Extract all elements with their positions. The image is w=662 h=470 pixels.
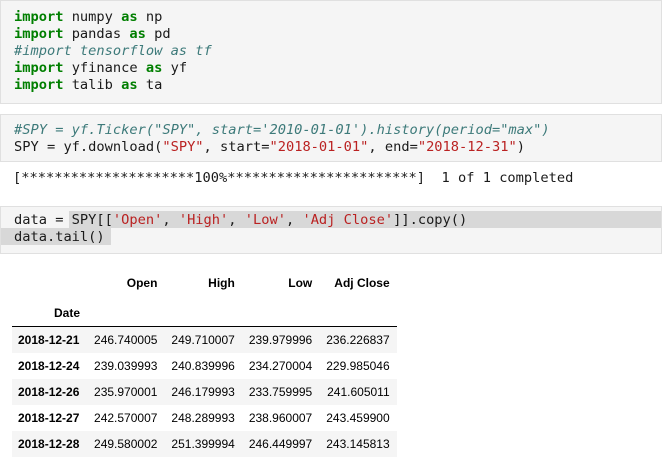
code-line: import pandas as pd [14,26,212,43]
row-date: 2018-12-28 [18,437,80,451]
cell-high: 251.399994 [171,437,235,451]
cell-adj-close: 243.459900 [326,411,390,425]
cell-open: 249.580002 [94,437,158,451]
cell-adj-close: 236.226837 [326,333,390,347]
code-text: , [162,212,179,228]
cell-open: 242.570007 [94,411,158,425]
cell-low: 246.449997 [248,437,313,451]
cell-high: 248.289993 [171,411,235,425]
table-row: 2018-12-28 249.580002 251.399994 246.449… [12,431,397,457]
table-row: 2018-12-24 239.039993 240.839996 234.270… [12,353,397,379]
cell-open: 246.740005 [94,333,158,347]
keyword: import [14,77,64,93]
cell-low: 233.759995 [248,385,313,399]
code-text: yf [162,60,188,76]
code-string: 'Adj Close' [302,212,394,228]
dataframe-output-table: Open High Low Adj Close Date 2018-12-21 … [12,266,397,457]
code-comment: #import tensorflow as tf [14,43,212,59]
row-date: 2018-12-26 [18,385,80,399]
keyword: as [121,77,138,93]
notebook-page: import numpy as np import pandas as pd #im… [0,0,662,470]
code-string: "SPY" [162,139,204,155]
code-text: pd [145,26,171,42]
code-cell-imports[interactable]: import numpy as np import pandas as pd #im… [0,0,662,104]
code-line: import numpy as np [14,9,212,26]
empty-header-cell [242,299,319,327]
code-text: numpy [63,9,122,25]
code-string: 'High' [178,212,229,228]
keyword: import [14,9,64,25]
table-index-name-row: Date [12,299,397,327]
keyword: import [14,26,64,42]
empty-header-cell [319,299,396,327]
code-text: SPY = yf.download( [14,139,163,155]
code-line: data.tail() [14,229,467,246]
keyword: import [14,60,64,76]
empty-header-cell [164,299,241,327]
keyword: as [129,26,146,42]
index-name-date: Date [54,305,81,320]
code-line: SPY = yf.download("SPY", start="2018-01-… [14,139,550,156]
code-text: pandas [63,26,130,42]
row-date: 2018-12-27 [18,411,80,425]
code-cell-download[interactable]: #SPY = yf.Ticker("SPY", start='2010-01-0… [0,114,662,162]
code-text: ]].copy() [393,212,468,228]
download-progress-output: [*********************100%**************… [13,170,574,186]
cell-low: 234.270004 [248,359,313,373]
code-text: data.tail() [14,229,105,245]
row-date: 2018-12-24 [18,359,80,373]
cell-adj-close: 229.985046 [326,359,390,373]
code-text: , start= [203,139,270,155]
cell-open: 235.970001 [94,385,158,399]
code-cell-data[interactable]: data = SPY[['Open', 'High', 'Low', 'Adj … [0,206,662,254]
cell-high: 240.839996 [171,359,235,373]
code-string: "2018-12-31" [417,139,517,155]
row-date: 2018-12-21 [18,333,80,347]
code-line: #SPY = yf.Ticker("SPY", start='2010-01-0… [14,122,550,139]
cell-low: 238.960007 [248,411,313,425]
column-header-high: High [208,275,235,290]
code-text: np [137,9,163,25]
keyword: as [145,60,163,76]
table-row: 2018-12-21 246.740005 249.710007 239.979… [12,326,397,353]
code-text: ta [137,77,163,93]
column-header-open: Open [126,275,158,290]
code-text: data = SPY[[ [14,212,113,228]
index-header-blank [12,266,87,299]
code-text: yfinance [63,60,146,76]
cell-low: 239.979996 [248,333,313,347]
code-string: 'Low' [244,212,286,228]
code-editor[interactable]: import numpy as np import pandas as pd #im… [14,9,212,94]
column-header-low: Low [288,275,313,290]
code-line: #import tensorflow as tf [14,43,212,60]
cell-open: 239.039993 [94,359,158,373]
table-row: 2018-12-26 235.970001 246.179993 233.759… [12,379,397,405]
code-comment: #SPY = yf.Ticker("SPY", start='2010-01-0… [14,122,550,138]
code-line: import talib as ta [14,77,212,94]
code-text: , [228,212,245,228]
code-string: "2018-01-01" [269,139,369,155]
code-line: data = SPY[['Open', 'High', 'Low', 'Adj … [14,212,467,229]
code-text: , end= [368,139,418,155]
code-text: talib [63,77,122,93]
table-row: 2018-12-27 242.570007 248.289993 238.960… [12,405,397,431]
code-text: , [285,212,303,228]
cell-high: 246.179993 [171,385,235,399]
code-editor[interactable]: #SPY = yf.Ticker("SPY", start='2010-01-0… [14,122,550,156]
keyword: as [121,9,138,25]
code-line: import yfinance as yf [14,60,212,77]
code-text: ) [516,139,525,155]
column-header-adj-close: Adj Close [334,275,390,290]
empty-header-cell [87,299,164,327]
table-header-row: Open High Low Adj Close [12,266,397,299]
cell-adj-close: 241.605011 [327,385,390,399]
cell-high: 249.710007 [171,333,235,347]
code-string: 'Open' [112,212,163,228]
code-editor[interactable]: data = SPY[['Open', 'High', 'Low', 'Adj … [14,212,467,246]
cell-adj-close: 243.145813 [326,437,390,451]
